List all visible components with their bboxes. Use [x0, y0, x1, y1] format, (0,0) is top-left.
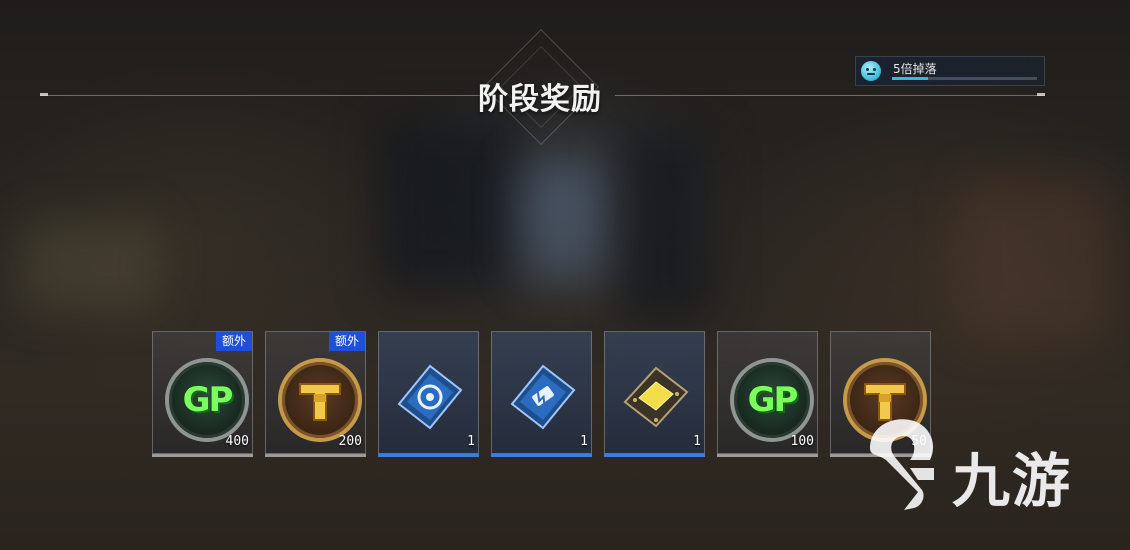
header-tick-left [40, 93, 48, 96]
blue-chip-gear-icon [395, 362, 465, 432]
header-divider-right [615, 95, 1045, 96]
background-blur [620, 130, 710, 320]
smiley-face-icon [861, 61, 881, 81]
reward-slot-chip-battery[interactable]: 1 [491, 331, 592, 457]
drop-multiplier-progress-fill [892, 77, 929, 80]
reward-count: 1 [467, 434, 475, 449]
reward-count: 1 [580, 434, 588, 449]
blue-chip-battery-icon [508, 362, 578, 432]
gp-coin-icon: GP [730, 358, 814, 442]
gold-chip-icon [621, 362, 691, 432]
reward-slot-gp[interactable]: GP 额外 400 [152, 331, 253, 457]
extra-badge: 额外 [216, 332, 252, 351]
reward-count: 1 [693, 434, 701, 449]
reward-count: 400 [225, 434, 249, 449]
reward-slot-gp[interactable]: GP 100 [717, 331, 818, 457]
jiuyou-watermark-logo: 九游 [860, 408, 1100, 518]
gp-coin-icon: GP [165, 358, 249, 442]
page-title: 阶段奖励 [478, 82, 602, 117]
watermark-text: 九游 [952, 447, 1073, 515]
background-blur [20, 220, 160, 310]
background-blur [960, 180, 1110, 340]
reward-slot-t-coin[interactable]: 额外 200 [265, 331, 366, 457]
reward-slot-chip-gear[interactable]: 1 [378, 331, 479, 457]
background-blur [520, 160, 610, 280]
background-blur [380, 120, 520, 290]
header-divider-left [40, 95, 480, 96]
drop-multiplier-panel: 5倍掉落 [855, 56, 1045, 86]
drop-multiplier-label: 5倍掉落 [893, 62, 937, 76]
reward-count: 100 [790, 434, 814, 449]
reward-list: GP 额外 400 额外 200 1 1 1 GP 100 [152, 331, 932, 457]
header-tick-right [1037, 93, 1045, 96]
reward-slot-gold-chip[interactable]: 1 [604, 331, 705, 457]
extra-badge: 额外 [329, 332, 365, 351]
drop-multiplier-progress-track [892, 77, 1037, 80]
t-coin-icon [278, 358, 362, 442]
reward-count: 200 [338, 434, 362, 449]
